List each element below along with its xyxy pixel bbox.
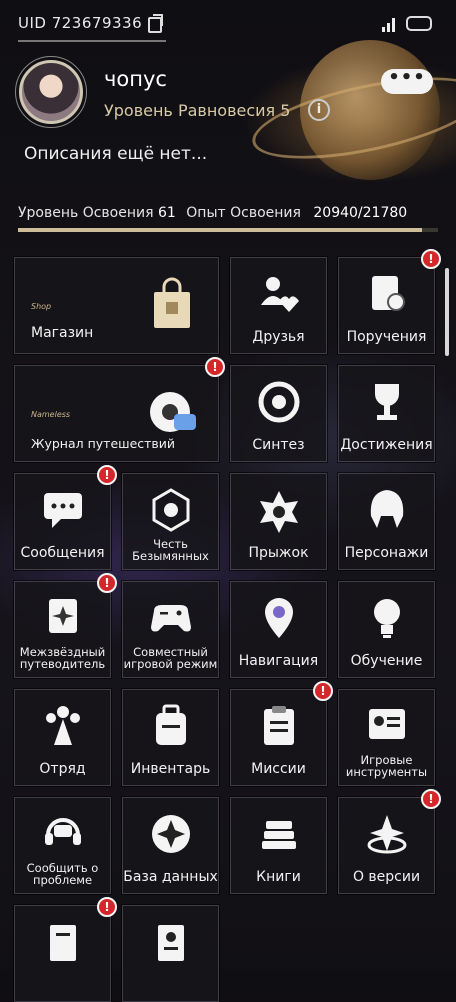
assignments-icon (364, 271, 410, 317)
interastral-guide-icon (40, 595, 86, 641)
menu-tile-label: Навигация (238, 653, 319, 669)
map-pin-icon (256, 595, 302, 641)
backpack-icon (148, 703, 194, 749)
trailblaze-exp-value: 20940/21780 (313, 205, 408, 221)
menu-tile-label: Отряд (39, 761, 86, 777)
menu-tile-version[interactable]: О версии (337, 796, 436, 895)
status-bar: UID 723679336 (0, 0, 456, 48)
gamepad-icon (148, 595, 194, 641)
trailblaze-exp-label: Опыт Освоения (186, 205, 301, 221)
menu-tile-synthesis[interactable]: Синтез (229, 364, 328, 463)
menu-tile-database[interactable]: База данных (121, 796, 220, 895)
menu-tile-navigation[interactable]: Навигация (229, 580, 328, 679)
player-nickname: чопус (104, 67, 167, 91)
menu-tile-messages[interactable]: Сообщения (13, 472, 112, 571)
profile-description: Описания ещё нет... (24, 144, 208, 164)
menu-tile-team[interactable]: Отряд (13, 688, 112, 787)
more-button[interactable]: ••• (381, 69, 433, 94)
menu-tile-missions[interactable]: Миссии (229, 688, 328, 787)
notification-badge: ! (205, 357, 225, 377)
chat-icon (40, 487, 86, 533)
menu-tile-label: База данных (123, 869, 218, 885)
nameless-honor-icon (148, 487, 194, 533)
travel-journal-icon (144, 384, 200, 440)
notification-badge: ! (97, 897, 117, 917)
menu-tile-label: Обучение (350, 653, 423, 669)
warp-icon (256, 487, 302, 533)
version-icon (364, 811, 410, 857)
info-icon[interactable]: i (308, 99, 330, 121)
menu-tile-tag: Nameless (31, 410, 71, 419)
menu-tile-label: Межзвёздный путеводитель (19, 645, 106, 671)
uid-label: UID 723679336 (18, 14, 143, 32)
avatar[interactable] (19, 60, 83, 124)
menu-tile-label: Совместный игровой режим (123, 645, 218, 671)
menu-tile-nameless-honor[interactable]: Честь Безымянных (121, 472, 220, 571)
trailblaze-level-label: Уровень Освоения (18, 205, 154, 221)
character-icon (364, 487, 410, 533)
exp-progress-fill (18, 228, 422, 232)
menu-tile-label: Честь Безымянных (132, 537, 209, 563)
menu-tile-tag: Shop (31, 302, 52, 311)
trailblaze-exp-row: Уровень Освоения 61 Опыт Освоения 20940/… (18, 205, 438, 221)
menu-tile-inventory[interactable]: Инвентарь (121, 688, 220, 787)
menu-tile-characters[interactable]: Персонажи (337, 472, 436, 571)
clipboard-icon (256, 703, 302, 749)
exp-progress-bar (18, 228, 438, 232)
scrollbar[interactable] (445, 268, 449, 356)
menu-tile-label: Поручения (346, 329, 427, 345)
notification-badge: ! (421, 249, 441, 269)
menu-tile-label: О версии (352, 869, 421, 885)
trophy-icon (364, 379, 410, 425)
menu-tile-shop[interactable]: Shop Магазин (13, 256, 220, 355)
notification-badge: ! (421, 789, 441, 809)
signal-icon (382, 18, 398, 32)
menu-tile-label: Персонажи (344, 545, 429, 561)
notification-badge: ! (313, 681, 333, 701)
menu-tile-extra1[interactable] (13, 904, 112, 1002)
friends-icon (256, 271, 302, 317)
copy-icon[interactable] (148, 14, 163, 33)
menu-tile-label: Синтез (252, 437, 305, 453)
menu-tile-label: Достижения (340, 437, 433, 453)
notification-badge: ! (97, 573, 117, 593)
menu-tile-warp[interactable]: Прыжок (229, 472, 328, 571)
synthesis-icon (256, 379, 302, 425)
menu-tile-label: Журнал путешествий (31, 436, 176, 451)
menu-tile-label: Сообщения (20, 545, 105, 561)
lightbulb-icon (364, 595, 410, 641)
menu-tile-tutorial[interactable]: Обучение (337, 580, 436, 679)
notification-badge: ! (97, 465, 117, 485)
menu-tile-achievements[interactable]: Достижения (337, 364, 436, 463)
books-icon (256, 811, 302, 857)
menu-tile-label: Прыжок (248, 545, 309, 561)
menu-tile-tools[interactable]: Игровые инструменты (337, 688, 436, 787)
menu-tile-assignments[interactable]: Поручения (337, 256, 436, 355)
equilibrium-level: Уровень Равновесия 5 (104, 101, 291, 120)
uid-divider (18, 40, 166, 42)
menu-tile-label: Инвентарь (130, 761, 211, 777)
menu-tile-label: Миссии (251, 761, 306, 777)
menu-tile-extra2[interactable] (121, 904, 220, 1002)
menu-tile-guide[interactable]: Межзвёздный путеводитель (13, 580, 112, 679)
database-icon (148, 811, 194, 857)
shopping-bag-icon (144, 276, 200, 332)
menu-tile-label: Книги (256, 869, 301, 885)
menu-tile-friends[interactable]: Друзья (229, 256, 328, 355)
battery-icon (406, 16, 432, 31)
contact-card-icon (148, 919, 194, 965)
support-headset-icon (40, 811, 86, 857)
menu-tile-coop[interactable]: Совместный игровой режим (121, 580, 220, 679)
menu-tile-journal[interactable]: Nameless Журнал путешествий (13, 364, 220, 463)
menu-tile-label: Игровые инструменты (345, 753, 428, 779)
menu-tile-label: Друзья (252, 329, 305, 345)
trailblaze-level-value: 61 (157, 205, 176, 221)
team-icon (40, 703, 86, 749)
document-icon (40, 919, 86, 965)
game-tools-icon (364, 703, 410, 749)
menu-tile-books[interactable]: Книги (229, 796, 328, 895)
menu-tile-report[interactable]: Сообщить о проблеме (13, 796, 112, 895)
menu-tile-label: Магазин (31, 325, 94, 341)
menu-tile-label: Сообщить о проблеме (26, 861, 99, 887)
